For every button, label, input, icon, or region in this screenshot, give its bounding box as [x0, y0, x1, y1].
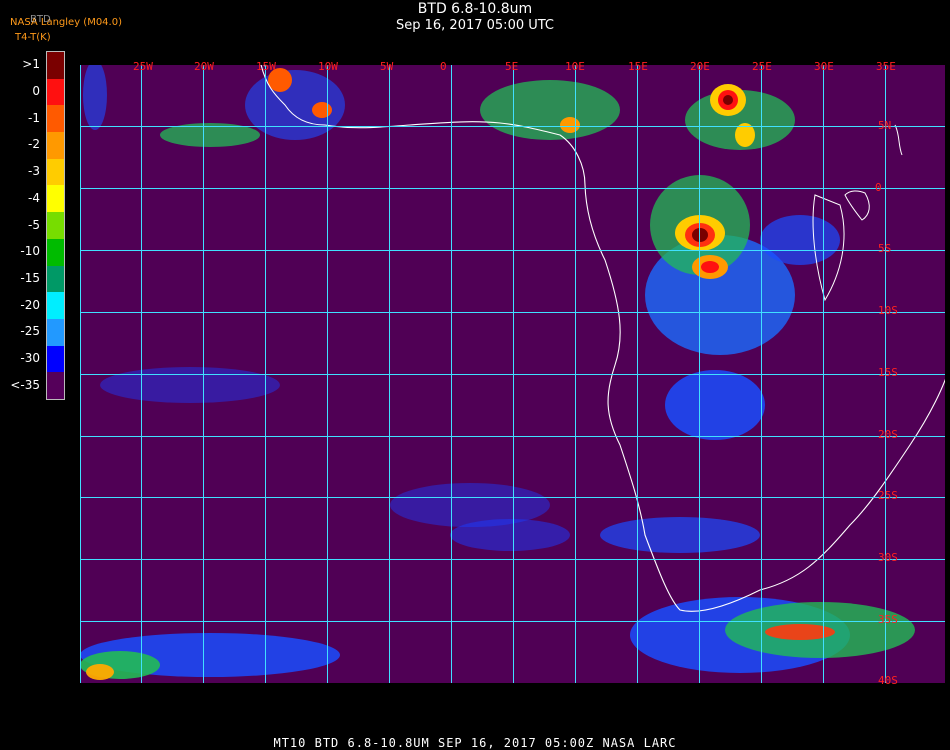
- legend-swatch: [47, 238, 64, 266]
- legend-label: <-35: [10, 377, 40, 392]
- legend-label: -5: [28, 217, 40, 232]
- grid-line-meridian: [575, 65, 576, 683]
- legend-label: 0: [32, 84, 40, 99]
- latitude-label: 30S: [878, 551, 898, 564]
- longitude-label: 5E: [505, 60, 519, 73]
- grid-line-meridian: [265, 65, 266, 683]
- longitude-label: 25E: [752, 60, 772, 73]
- footer-caption: MT10 BTD 6.8-10.8UM SEP 16, 2017 05:00Z …: [273, 736, 677, 750]
- legend-swatch: [47, 158, 64, 186]
- longitude-label: 10E: [565, 60, 585, 73]
- latitude-label: 5N: [878, 119, 892, 132]
- longitude-label: 15W: [256, 60, 276, 73]
- latitude-label: 5S: [878, 242, 892, 255]
- grid-line-meridian: [761, 65, 762, 683]
- grid-line-meridian: [327, 65, 328, 683]
- latitude-label: 10S: [878, 304, 898, 317]
- satellite-map: [80, 65, 945, 683]
- product-label: BTD: [30, 14, 51, 25]
- grid-line-meridian: [637, 65, 638, 683]
- legend-label: >1: [22, 57, 40, 72]
- legend-swatch: [47, 185, 64, 213]
- legend-label: -25: [20, 324, 40, 339]
- grid-line-meridian: [203, 65, 204, 683]
- longitude-label: 35E: [876, 60, 896, 73]
- grid-line-meridian: [699, 65, 700, 683]
- legend-swatch: [47, 345, 64, 373]
- legend-swatch: [47, 78, 64, 106]
- latitude-label: 15S: [878, 366, 898, 379]
- cloud-layer: [80, 65, 915, 680]
- source-label: NASA Langley (M04.0): [10, 17, 122, 28]
- grid-line-meridian: [389, 65, 390, 683]
- legend-swatch: [47, 318, 64, 346]
- legend-label: -30: [20, 350, 40, 365]
- latitude-label: 35S: [878, 613, 898, 626]
- latitude-label: 20S: [878, 428, 898, 441]
- legend-label: -4: [28, 190, 40, 205]
- legend-swatch: [47, 372, 64, 400]
- legend-swatch: [47, 105, 64, 133]
- latitude-label: 40S: [878, 674, 898, 687]
- legend-swatch: [47, 292, 64, 320]
- longitude-label: 30E: [814, 60, 834, 73]
- image-datetime: Sep 16, 2017 05:00 UTC: [395, 18, 555, 33]
- longitude-label: 20E: [690, 60, 710, 73]
- legend-label: -20: [20, 297, 40, 312]
- longitude-label: 5W: [380, 60, 394, 73]
- units-label: T4-T(K): [15, 32, 51, 43]
- grid-line-meridian: [141, 65, 142, 683]
- lake-outline: [844, 190, 870, 221]
- grid-line-meridian: [80, 65, 81, 683]
- image-title: BTD 6.8-10.8um: [417, 1, 533, 17]
- color-legend: [46, 51, 65, 400]
- longitude-label: 25W: [133, 60, 153, 73]
- legend-label: -15: [20, 270, 40, 285]
- longitude-label: 20W: [194, 60, 214, 73]
- legend-swatch: [47, 265, 64, 293]
- latitude-label: 0: [875, 181, 882, 194]
- legend-label: -2: [28, 137, 40, 152]
- longitude-label: 15E: [628, 60, 648, 73]
- grid-line-meridian: [451, 65, 452, 683]
- legend-swatch: [47, 132, 64, 160]
- legend-label: -1: [28, 110, 40, 125]
- africa-coastline: [260, 65, 945, 612]
- legend-label: -3: [28, 164, 40, 179]
- longitude-label: 0: [440, 60, 447, 73]
- lake-outline-2: [894, 124, 903, 156]
- latitude-label: 25S: [878, 489, 898, 502]
- legend-label: -10: [20, 244, 40, 259]
- legend-swatch: [47, 52, 64, 79]
- legend-swatch: [47, 212, 64, 240]
- grid-line-meridian: [513, 65, 514, 683]
- longitude-label: 10W: [318, 60, 338, 73]
- grid-line-meridian: [823, 65, 824, 683]
